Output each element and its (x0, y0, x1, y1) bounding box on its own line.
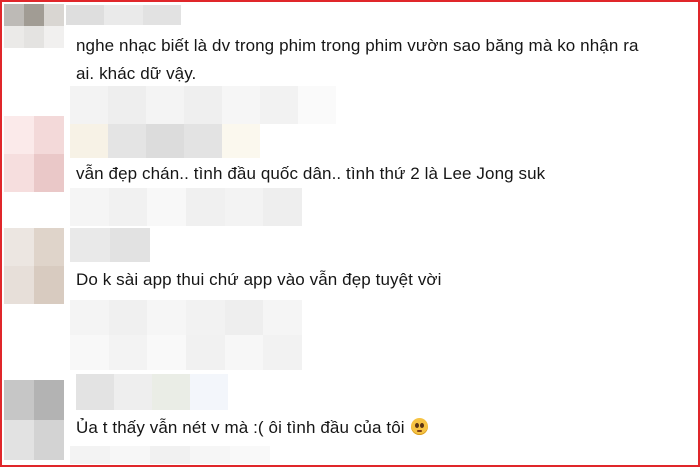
comment-line-text: Ủa t thấy vẫn nét v mà :( ôi tình đầu củ… (76, 418, 405, 437)
comment-line: Ủa t thấy vẫn nét v mà :( ôi tình đầu củ… (76, 414, 429, 442)
reply-meta-blurred (70, 446, 270, 464)
reply-meta-blurred (70, 86, 336, 124)
comment-text: vẫn đẹp chán.. tình đầu quốc dân.. tình … (76, 160, 545, 188)
comment-line: Do k sài app thui chứ app vào vẫn đẹp tu… (76, 270, 442, 289)
reply-meta-blurred (70, 300, 302, 370)
pleading-face-icon (411, 418, 429, 435)
avatar (4, 228, 64, 304)
comment-text: nghe nhạc biết là dv trong phim trong ph… (76, 32, 639, 88)
username-blurred (70, 228, 150, 262)
comment-line: vẫn đẹp chán.. tình đầu quốc dân.. tình … (76, 164, 546, 183)
comment-line: ai. khác dữ vậy. (76, 64, 197, 83)
username-blurred (66, 5, 181, 25)
comment-text: Do k sài app thui chứ app vào vẫn đẹp tu… (76, 266, 442, 294)
comment-line: nghe nhạc biết là dv trong phim trong ph… (76, 36, 639, 55)
username-blurred (70, 124, 260, 158)
reply-meta-blurred (70, 188, 302, 226)
avatar (4, 4, 64, 48)
username-blurred (76, 374, 228, 410)
comment-text: Ủa t thấy vẫn nét v mà :( ôi tình đầu củ… (76, 414, 429, 442)
avatar (4, 116, 64, 192)
avatar (4, 380, 64, 460)
